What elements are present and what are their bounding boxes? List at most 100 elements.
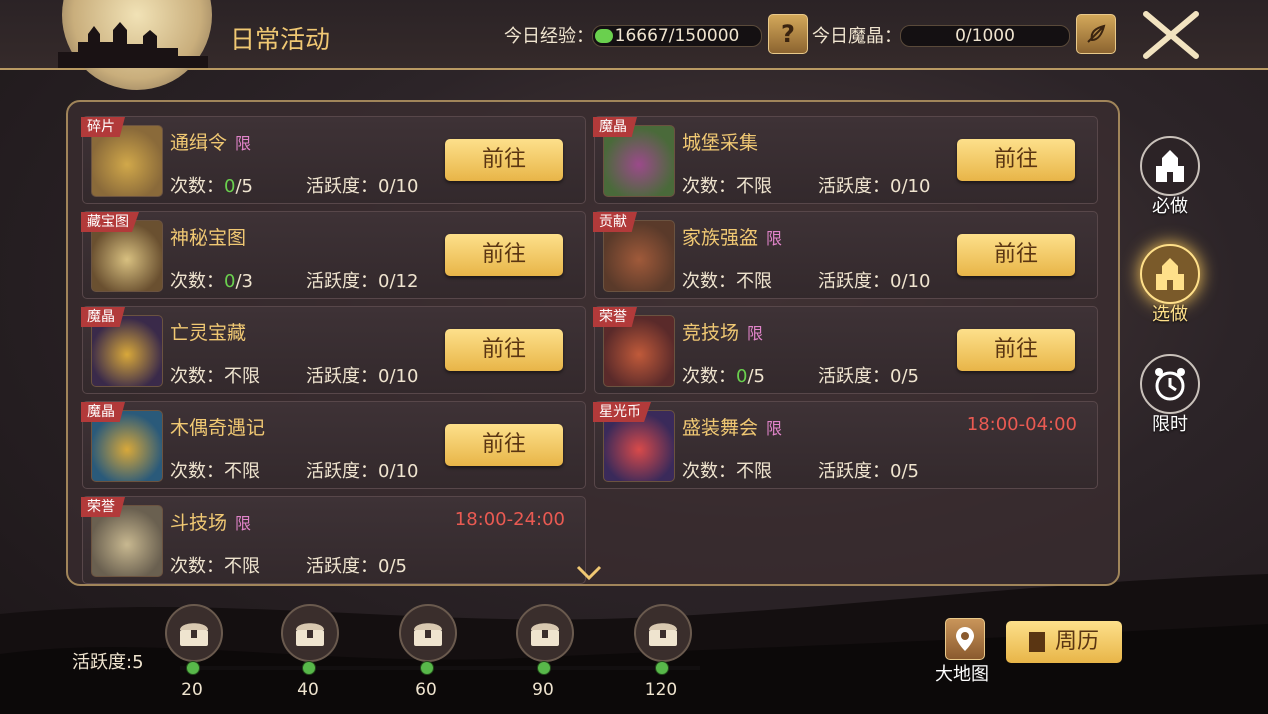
activity-name: 通缉令限 xyxy=(170,128,251,155)
activity-count: 次数：不限 xyxy=(170,457,260,483)
world-map-button[interactable] xyxy=(945,618,985,660)
alarm-clock-icon xyxy=(1140,354,1200,414)
activity-name-text: 木偶奇遇记 xyxy=(170,417,266,439)
reward-tag: 魔晶 xyxy=(593,117,637,137)
activity-card[interactable]: 荣誉 斗技场限次数：不限 活跃度：0/5 18:00-24:00 xyxy=(81,496,586,584)
go-button[interactable]: 前往 xyxy=(445,329,563,371)
reward-tag: 星光币 xyxy=(593,402,651,422)
activity-points: 活跃度：0/5 xyxy=(306,552,407,578)
help-button[interactable]: ? xyxy=(768,14,808,54)
go-button[interactable]: 前往 xyxy=(445,424,563,466)
activity-card[interactable]: 魔晶 亡灵宝藏 次数：不限 活跃度：0/10 前往 xyxy=(81,306,586,394)
milestone-value: 90 xyxy=(532,680,554,700)
map-pin-icon xyxy=(956,627,974,651)
milestone-value: 20 xyxy=(181,680,203,700)
activity-points-value: 0/10 xyxy=(378,461,419,482)
activity-card[interactable]: 藏宝图 神秘宝图 次数：0/3 活跃度：0/12 前往 xyxy=(81,211,586,299)
activity-points-value: 0/5 xyxy=(890,366,919,387)
activity-count: 次数：不限 xyxy=(682,457,772,483)
count-label: 次数： xyxy=(170,366,224,387)
side-tab-label: 限时 xyxy=(1152,414,1188,435)
weekly-calendar-label: 周历 xyxy=(1054,629,1099,654)
activity-points-label: 活跃度： xyxy=(306,461,378,482)
activity-points: 活跃度：0/5 xyxy=(818,457,919,483)
close-icon[interactable] xyxy=(1140,8,1202,62)
activity-points: 活跃度：0/10 xyxy=(818,267,930,293)
side-tab-optional[interactable]: 选做 xyxy=(1140,244,1200,326)
reward-chest-icon[interactable] xyxy=(516,604,574,662)
activity-card[interactable]: 碎片通缉令限次数：0/5 活跃度：0/10 前往 xyxy=(81,116,586,204)
limited-badge: 限 xyxy=(766,229,783,248)
count-value: 不限 xyxy=(736,271,772,292)
activity-points-label: 活跃度： xyxy=(306,556,378,577)
side-tab-required[interactable]: 必做 xyxy=(1140,136,1200,218)
activity-count: 次数：0/5 xyxy=(170,172,253,198)
reward-chest-icon[interactable] xyxy=(281,604,339,662)
side-tab-timed[interactable]: 限时 xyxy=(1140,354,1200,436)
go-button[interactable]: 前往 xyxy=(957,329,1075,371)
crystal-info-button[interactable] xyxy=(1076,14,1116,54)
activity-name-text: 亡灵宝藏 xyxy=(170,322,247,344)
castle-silhouette-icon xyxy=(58,22,208,68)
side-tab-label: 必做 xyxy=(1152,196,1188,217)
crystal-label: 今日魔晶： xyxy=(812,26,902,47)
count-total: /5 xyxy=(235,176,253,197)
activity-card[interactable]: 荣誉 竞技场限次数：0/5 活跃度：0/5 前往 xyxy=(593,306,1098,394)
activity-panel[interactable]: 碎片 通缉令限次数：0/5 活跃度：0/10 前往 魔晶 城堡采集 次数：不限 活跃度：0/1… xyxy=(66,100,1120,586)
reward-tag: 魔晶 xyxy=(81,402,125,422)
activity-points-label: 活跃度： xyxy=(306,176,378,197)
page-title: 日常活动 xyxy=(230,25,331,54)
go-button[interactable]: 前往 xyxy=(957,234,1075,276)
go-button[interactable]: 前往 xyxy=(445,139,563,181)
activity-name: 城堡采集 xyxy=(682,128,758,155)
milestone-value: 40 xyxy=(297,680,319,700)
crystal-value: 0/1000 xyxy=(955,26,1015,46)
count-value: 不限 xyxy=(224,461,260,482)
milestone-marker xyxy=(186,661,200,675)
count-value: 不限 xyxy=(736,461,772,482)
activity-name: 盛装舞会限 xyxy=(682,413,782,440)
activity-points-value: 0/10 xyxy=(890,271,931,292)
activity-points: 活跃度：0/5 xyxy=(818,362,919,388)
castle-icon xyxy=(1140,136,1200,196)
activity-name-text: 神秘宝图 xyxy=(170,227,247,249)
activity-points: 活跃度：0/10 xyxy=(306,362,418,388)
count-label: 次数： xyxy=(682,271,736,292)
count-done: 0 xyxy=(224,271,236,292)
activity-points: 活跃度：0/10 xyxy=(306,172,418,198)
reward-chest-icon[interactable] xyxy=(634,604,692,662)
exp-value: 16667/150000 xyxy=(614,26,740,46)
activity-points-value: 0/5 xyxy=(378,556,407,577)
limited-badge: 限 xyxy=(235,514,252,533)
activity-name: 木偶奇遇记 xyxy=(170,413,265,440)
weekly-calendar-button[interactable]: 周历 xyxy=(1006,621,1122,663)
exp-label: 今日经验： xyxy=(504,26,594,47)
reward-chest-icon[interactable] xyxy=(165,604,223,662)
count-label: 次数： xyxy=(170,176,224,197)
milestone-value: 60 xyxy=(415,680,437,700)
exp-bar: 16667/150000 xyxy=(592,25,762,47)
activity-card[interactable]: 魔晶木偶奇遇记次数：不限 活跃度：0/10 前往 xyxy=(81,401,586,489)
activity-name-text: 斗技场 xyxy=(170,512,228,534)
activity-name: 亡灵宝藏 xyxy=(170,318,246,345)
count-label: 次数： xyxy=(170,556,224,577)
activity-points-value: 0/5 xyxy=(890,461,919,482)
limited-badge: 限 xyxy=(235,134,252,153)
go-button[interactable]: 前往 xyxy=(957,139,1075,181)
activity-card[interactable]: 魔晶 城堡采集 次数：不限 活跃度：0/10 前往 xyxy=(593,116,1098,204)
open-time: 18:00-24:00 xyxy=(454,509,565,530)
reward-tag: 碎片 xyxy=(81,117,125,137)
reward-tag: 荣誉 xyxy=(593,307,637,327)
chevron-down-icon[interactable] xyxy=(576,565,602,581)
activity-points-label: 活跃度： xyxy=(306,366,378,387)
activity-points-label: 活跃度： xyxy=(818,366,890,387)
activity-card[interactable]: 星光币 盛装舞会限次数：不限 活跃度：0/5 18:00-04:00 xyxy=(593,401,1098,489)
reward-chest-icon[interactable] xyxy=(399,604,457,662)
activity-count: 次数：不限 xyxy=(170,362,260,388)
go-button[interactable]: 前往 xyxy=(445,234,563,276)
count-label: 次数： xyxy=(682,461,736,482)
activity-card[interactable]: 贡献 家族强盗限次数：不限 活跃度：0/10 前往 xyxy=(593,211,1098,299)
activity-count: 次数：不限 xyxy=(170,552,260,578)
milestone-marker xyxy=(420,661,434,675)
calendar-icon xyxy=(1028,632,1045,652)
